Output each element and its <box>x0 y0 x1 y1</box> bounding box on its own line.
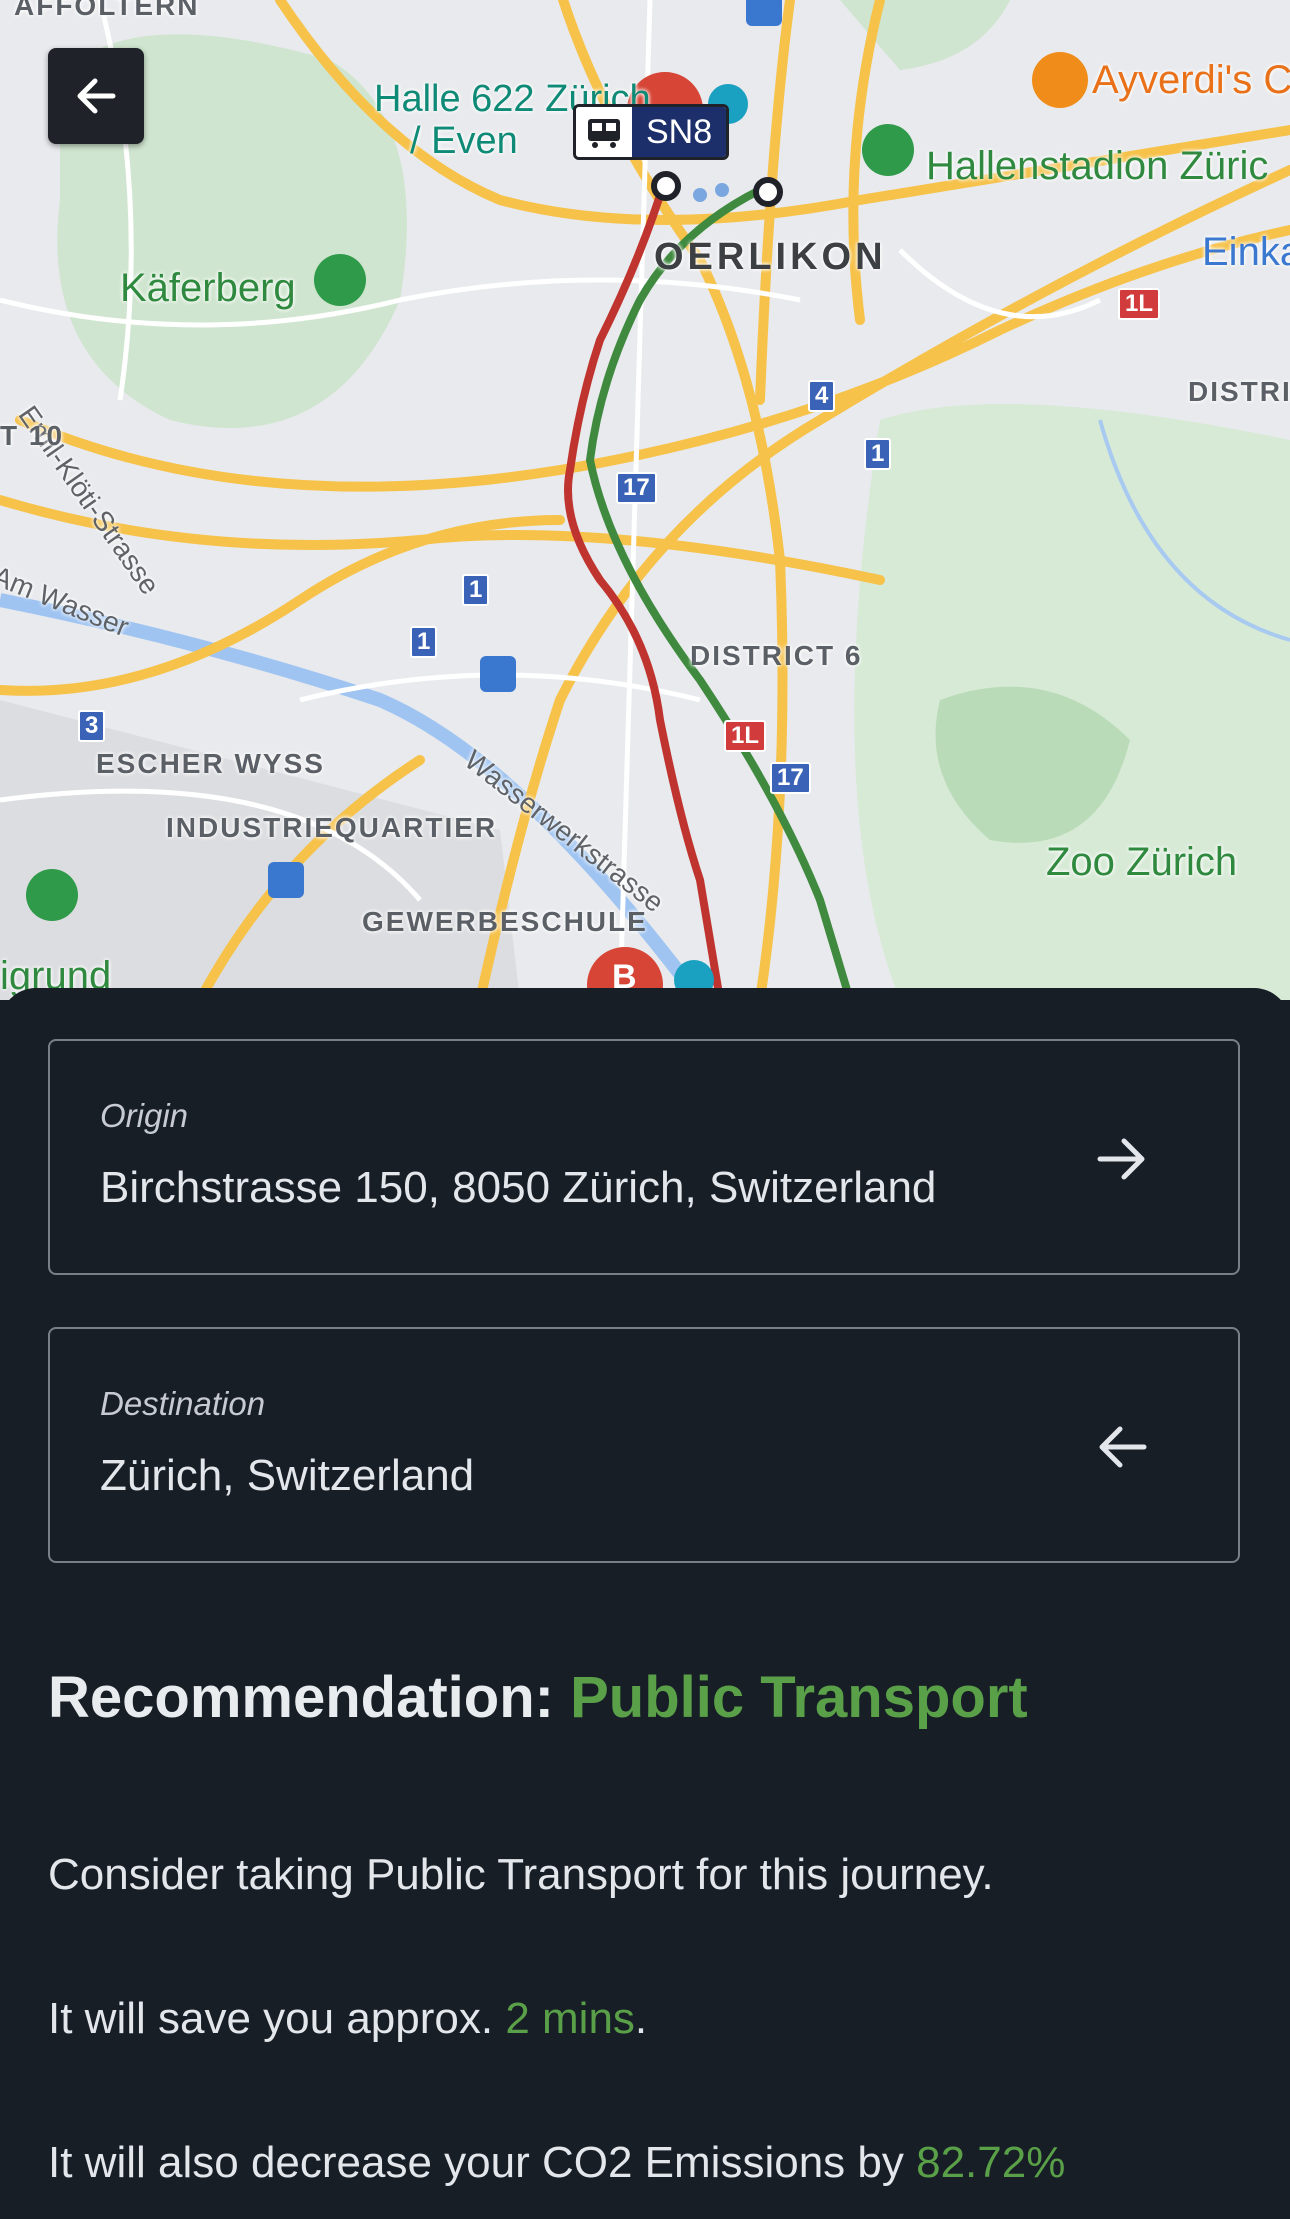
route-shield-1l: 1L <box>1118 288 1161 320</box>
recommendation-heading: Recommendation: Public Transport <box>48 1664 1028 1731</box>
arrow-left-icon[interactable] <box>1094 1419 1150 1475</box>
arrow-right-icon[interactable] <box>1094 1131 1150 1187</box>
map-label-district-right: DISTRIC <box>1188 376 1290 407</box>
back-button[interactable] <box>48 48 144 144</box>
map-label-district-6: DISTRICT 6 <box>690 640 863 671</box>
map-label-affoltern: AFFOLTERN <box>14 0 200 21</box>
destination-label: Destination <box>100 1385 266 1422</box>
time-saving-suffix: . <box>634 1994 648 2043</box>
map-label-einka[interactable]: Einka <box>1202 230 1290 275</box>
emission-text: It will also decrease your CO2 Emissions… <box>48 2138 1065 2188</box>
map-label-escher-wyss: ESCHER WYSS <box>96 748 325 779</box>
map-label-industriequartier: INDUSTRIEQUARTIER <box>166 812 498 843</box>
map-label-zoo-zurich[interactable]: Zoo Zürich <box>1046 840 1237 885</box>
train-line-label[interactable]: SN8 <box>573 104 730 160</box>
arrow-left-icon <box>77 78 116 114</box>
emission-value: 82.72% <box>916 2138 1066 2187</box>
origin-field[interactable]: Origin Birchstrasse 150, 8050 Zürich, Sw… <box>48 1039 1240 1275</box>
route-shield-17: 17 <box>770 762 811 794</box>
origin-input[interactable]: Birchstrasse 150, 8050 Zürich, Switzerla… <box>100 1163 936 1213</box>
route-shield-17: 17 <box>616 472 657 504</box>
map-label-hallenstadion[interactable]: Hallenstadion Züric <box>926 144 1268 189</box>
route-shield-1: 1 <box>462 574 490 606</box>
route-shield-4: 4 <box>808 380 836 412</box>
destination-field[interactable]: Destination Zürich, Switzerland <box>48 1327 1240 1563</box>
time-saving-prefix: It will save you approx. <box>48 1994 494 2043</box>
map-label-oerlikon: OERLIKON <box>654 236 887 278</box>
route-shield-1: 1 <box>864 438 892 470</box>
destination-input[interactable]: Zürich, Switzerland <box>100 1451 474 1501</box>
recommendation-text: Consider taking Public Transport for thi… <box>48 1850 994 1899</box>
map-label-t10: T 10 <box>0 420 65 451</box>
route-shield-3: 3 <box>78 710 106 742</box>
map-label-gewerbeschule: GEWERBESCHULE <box>362 906 648 937</box>
map-label-ayverdi[interactable]: Ayverdi's C <box>1092 58 1290 103</box>
map-label-kaferberg[interactable]: Käferberg <box>120 266 296 311</box>
recommendation-mode: Public Transport <box>570 1665 1028 1730</box>
train-icon <box>576 107 632 157</box>
time-saving-value: 2 mins <box>505 1994 635 2043</box>
route-shield-1: 1 <box>410 626 438 658</box>
origin-label: Origin <box>100 1097 189 1134</box>
train-line-name: SN8 <box>632 107 727 157</box>
route-map[interactable]: AFFOLTERN Halle 622 Zürich / Even Ayverd… <box>0 0 1290 1000</box>
route-shield-1l: 1L <box>724 720 767 752</box>
map-label-halle-2: / Even <box>410 120 518 162</box>
recommendation-prefix: Recommendation: <box>48 1665 554 1730</box>
emission-prefix: It will also decrease your CO2 Emissions… <box>48 2138 904 2187</box>
time-saving-text: It will save you approx. 2 mins. <box>48 1994 647 2044</box>
